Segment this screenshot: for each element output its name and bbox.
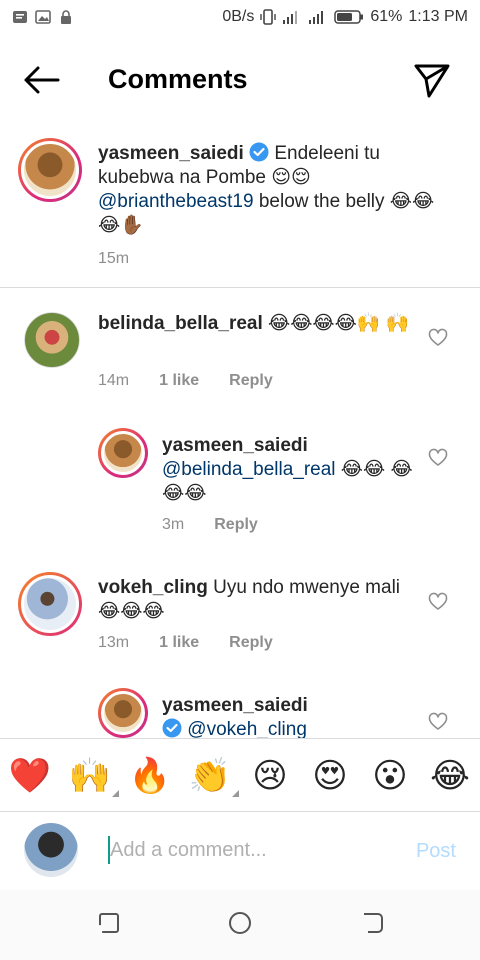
caption-comment: yasmeen_saiedi Endeleeni tu kubebwa na P… <box>0 132 480 287</box>
comment-meta: 3m Reply <box>162 516 258 534</box>
comment-composer: Post <box>0 812 480 890</box>
username[interactable]: vokeh_cling <box>98 577 208 598</box>
emoji-fire-button[interactable]: 🔥 <box>127 753 173 799</box>
like-heart-icon[interactable] <box>428 712 448 732</box>
emoji-clap-glyph: 👏 <box>188 757 232 795</box>
mention-link[interactable]: @vokeh_cling <box>187 719 307 738</box>
reply-button[interactable]: Reply <box>214 516 258 534</box>
recent-apps-button[interactable] <box>96 910 122 936</box>
comment-text: yasmeen_saiedi Endeleeni tu kubebwa na P… <box>98 142 438 238</box>
emoji-clap-button[interactable]: 👏 <box>187 753 239 799</box>
battery-icon <box>334 10 364 24</box>
comment-time: 14m <box>98 372 130 389</box>
comments-list[interactable]: yasmeen_saiedi Endeleeni tu kubebwa na P… <box>0 132 480 738</box>
comment-input[interactable] <box>110 836 400 864</box>
header: Comments <box>0 44 480 116</box>
comment-meta: 13m 1 like Reply <box>98 634 273 652</box>
gallery-notification-icon <box>35 10 51 24</box>
vibrate-icon <box>260 9 277 25</box>
username[interactable]: yasmeen_saiedi <box>162 435 308 456</box>
mention-link[interactable]: @belinda_bella_real <box>162 459 336 480</box>
comment-text: yasmeen_saiedi @vokeh_cling <box>162 694 432 738</box>
signal-icon-1 <box>283 11 298 24</box>
skin-tone-indicator <box>232 790 239 797</box>
comment-time: 3m <box>162 516 185 533</box>
avatar[interactable] <box>24 312 80 368</box>
post-button[interactable]: Post <box>416 840 456 863</box>
paper-plane-icon <box>414 64 450 98</box>
like-count[interactable]: 1 like <box>159 634 199 652</box>
lock-notification-icon <box>61 10 71 24</box>
verified-badge-icon <box>162 718 182 738</box>
emoji-heart-button[interactable]: ❤️ <box>7 753 53 799</box>
like-heart-icon[interactable] <box>428 328 448 348</box>
verified-badge-icon <box>249 142 269 162</box>
mention-link[interactable]: @brianthebeast19 <box>98 191 254 212</box>
username[interactable]: yasmeen_saiedi <box>98 143 244 164</box>
reply-button[interactable]: Reply <box>229 372 273 390</box>
emoji-quick-bar: ❤️ 🙌 🔥 👏 😢 😍 😮 😂 <box>0 738 480 812</box>
back-button[interactable] <box>22 62 62 98</box>
comment-row: belinda_bella_real 😂😂😂😂🙌 🙌 14m 1 like Re… <box>0 308 480 418</box>
message-notification-icon <box>13 11 27 23</box>
comment-row: vokeh_cling Uyu ndo mwenye mali😂😂😂 13m 1… <box>0 568 480 678</box>
username[interactable]: belinda_bella_real <box>98 313 263 334</box>
battery-percent: 61% <box>370 8 403 25</box>
comment-text: belinda_bella_real 😂😂😂😂🙌 🙌 <box>98 312 418 336</box>
reply-row: yasmeen_saiedi @vokeh_cling <box>0 688 480 738</box>
skin-tone-indicator <box>112 790 119 797</box>
like-heart-icon[interactable] <box>428 592 448 612</box>
arrow-left-icon <box>24 66 60 94</box>
comment-body: 😂😂😂😂🙌 🙌 <box>268 313 410 334</box>
comment-text: yasmeen_saiedi @belinda_bella_real 😂😂 😂😂… <box>162 434 432 506</box>
emoji-laughing-button[interactable]: 😂 <box>427 753 473 799</box>
reply-button[interactable]: Reply <box>229 634 273 652</box>
comment-time: 15m <box>98 250 130 267</box>
status-bar: 0B/s 61% 1:13 PM <box>0 0 480 36</box>
comment-meta: 14m 1 like Reply <box>98 372 273 390</box>
avatar[interactable] <box>98 428 148 478</box>
avatar[interactable] <box>18 138 82 202</box>
comment-time: 13m <box>98 634 130 651</box>
page-title: Comments <box>108 64 248 94</box>
data-speed: 0B/s <box>222 8 255 25</box>
back-nav-button[interactable] <box>360 910 386 936</box>
emoji-heart-eyes-button[interactable]: 😍 <box>307 753 353 799</box>
emoji-raised-hands-button[interactable]: 🙌 <box>67 753 119 799</box>
like-count[interactable]: 1 like <box>159 372 199 390</box>
emoji-crying-button[interactable]: 😢 <box>247 753 293 799</box>
avatar[interactable] <box>18 572 82 636</box>
emoji-surprised-button[interactable]: 😮 <box>367 753 413 799</box>
home-button[interactable] <box>227 910 253 936</box>
comment-meta: 15m <box>98 250 129 268</box>
emoji-raised-hands-glyph: 🙌 <box>68 757 112 795</box>
like-heart-icon[interactable] <box>428 448 448 468</box>
reply-row: yasmeen_saiedi @belinda_bella_real 😂😂 😂😂… <box>0 424 480 544</box>
username[interactable]: yasmeen_saiedi <box>162 695 308 716</box>
comment-text: vokeh_cling Uyu ndo mwenye mali😂😂😂 <box>98 576 418 624</box>
clock: 1:13 PM <box>408 8 468 25</box>
signal-icon-2 <box>309 11 324 24</box>
notification-icons <box>12 9 74 25</box>
share-button[interactable] <box>412 60 452 100</box>
my-avatar <box>24 823 78 877</box>
system-status: 0B/s 61% 1:13 PM <box>222 8 468 26</box>
system-navigation-bar <box>0 890 480 960</box>
divider <box>0 287 480 288</box>
avatar[interactable] <box>98 688 148 738</box>
